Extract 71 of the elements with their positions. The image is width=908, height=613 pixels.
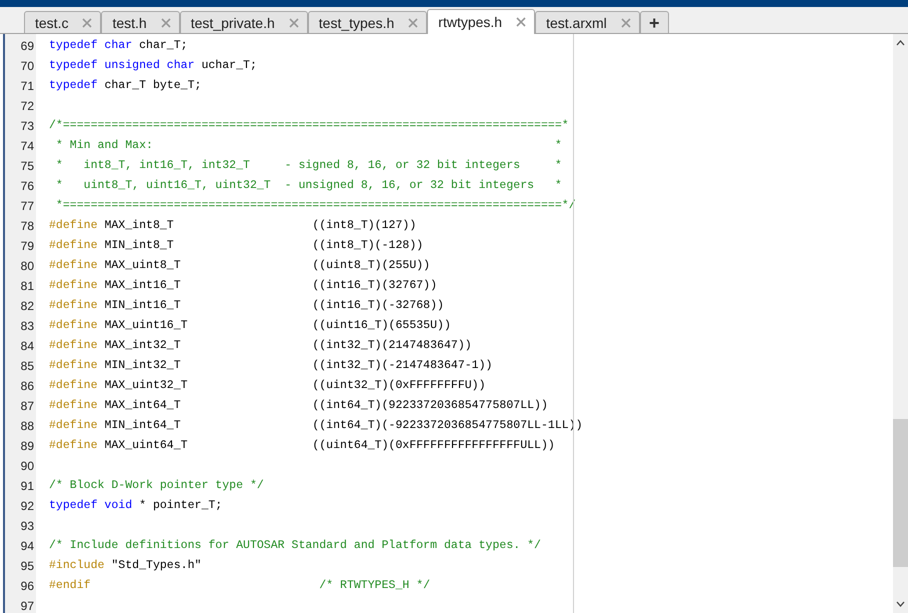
line-number: 83 xyxy=(20,318,35,335)
file-tab[interactable]: test.h xyxy=(101,11,180,33)
line-number: 91 xyxy=(20,478,35,495)
code-line: #define MAX_int32_T ((int32_T)(2147483647)) xyxy=(49,338,473,354)
file-tab[interactable]: rtwtypes.h xyxy=(427,9,536,34)
code-line: typedef char_T byte_T; xyxy=(49,78,202,94)
line-number: 80 xyxy=(20,258,35,275)
line-number: 70 xyxy=(20,58,35,75)
code-line: #define MIN_int64_T ((int64_T)(-9223372036854775807LL-1LL)) xyxy=(49,418,584,434)
line-number: 88 xyxy=(20,418,35,435)
line-number: 94 xyxy=(20,538,35,555)
code-line: #define MAX_int64_T ((int64_T)(9223372036854775807LL)) xyxy=(49,398,549,414)
line-number: 81 xyxy=(20,278,35,295)
new-tab-button[interactable]: + xyxy=(640,11,669,33)
line-number: 79 xyxy=(20,238,35,255)
code-line: #define MAX_uint16_T ((uint16_T)(65535U)) xyxy=(49,318,452,334)
scroll-up-icon[interactable] xyxy=(896,40,905,46)
line-number: 92 xyxy=(20,498,35,515)
code-line: #define MAX_uint64_T ((uint64_T)(0xFFFFFFFFFFFFFFFFULL)) xyxy=(49,438,556,454)
code-line: * Min and Max: * xyxy=(54,138,563,154)
close-icon[interactable] xyxy=(82,18,92,28)
code-line: typedef void * pointer_T; xyxy=(49,498,224,514)
line-number: 71 xyxy=(20,78,35,95)
line-number: 89 xyxy=(20,438,35,455)
line-number: 93 xyxy=(20,518,35,535)
line-number: 86 xyxy=(20,378,35,395)
close-icon[interactable] xyxy=(288,18,299,28)
close-icon[interactable] xyxy=(160,18,171,28)
file-tab[interactable]: test_types.h xyxy=(308,11,428,33)
close-icon[interactable] xyxy=(620,18,631,28)
code-line: typedef char char_T; xyxy=(49,38,189,54)
file-tab[interactable]: test.c xyxy=(24,11,102,33)
line-number: 77 xyxy=(20,198,35,215)
code-line: /*========================================================================* xyxy=(49,118,570,134)
line-number: 74 xyxy=(20,138,35,155)
code-line: #define MAX_int8_T ((int8_T)(127)) xyxy=(49,218,418,234)
code-line: /* Block D-Work pointer type */ xyxy=(49,478,265,494)
code-line: *========================================================================*/ xyxy=(54,198,577,214)
code-line: /* Include definitions for AUTOSAR Standard and Platform data types. */ xyxy=(49,538,542,554)
code-line: * int8_T, int16_T, int32_T - signed 8, 16, or 32 bit integers * xyxy=(54,158,563,174)
code-line: #include "Std_Types.h" xyxy=(49,558,202,574)
code-line: #endif /* RTWTYPES_H */ xyxy=(49,578,432,594)
line-number: 96 xyxy=(20,578,35,595)
line-number: 95 xyxy=(20,558,35,575)
line-number: 69 xyxy=(20,38,35,55)
scroll-down-icon[interactable] xyxy=(896,601,905,607)
close-icon[interactable] xyxy=(516,17,526,27)
scroll-thumb[interactable] xyxy=(893,419,908,567)
code-line: #define MIN_int16_T ((int16_T)(-32768)) xyxy=(49,298,445,314)
line-number: 72 xyxy=(20,98,35,115)
line-number: 78 xyxy=(20,218,35,235)
code-line: #define MAX_uint8_T ((uint8_T)(255U)) xyxy=(49,258,432,274)
line-number: 85 xyxy=(20,358,35,375)
code-line: #define MIN_int32_T ((int32_T)(-2147483647-1)) xyxy=(49,358,494,374)
line-number: 82 xyxy=(20,298,35,315)
code-line: #define MAX_uint32_T ((uint32_T)(0xFFFFFFFFU)) xyxy=(49,378,487,394)
code-line: * uint8_T, uint16_T, uint32_T - unsigned 8, 16, or 32 bit integers * xyxy=(54,178,563,194)
line-number: 73 xyxy=(20,118,35,135)
code-line: #define MIN_int8_T ((int8_T)(-128)) xyxy=(49,238,424,254)
file-tab[interactable]: test.arxml xyxy=(535,11,640,33)
line-number: 76 xyxy=(20,178,35,195)
file-tab[interactable]: test_private.h xyxy=(180,11,308,33)
line-number: 97 xyxy=(20,598,35,613)
line-number: 90 xyxy=(20,458,35,475)
code-line: #define MAX_int16_T ((int16_T)(32767)) xyxy=(49,278,438,294)
line-number: 75 xyxy=(20,158,35,175)
code-line: typedef unsigned char uchar_T; xyxy=(49,58,258,74)
line-number: 87 xyxy=(20,398,35,415)
line-number: 84 xyxy=(20,338,35,355)
close-icon[interactable] xyxy=(408,18,418,28)
scrollbar[interactable] xyxy=(893,34,908,613)
